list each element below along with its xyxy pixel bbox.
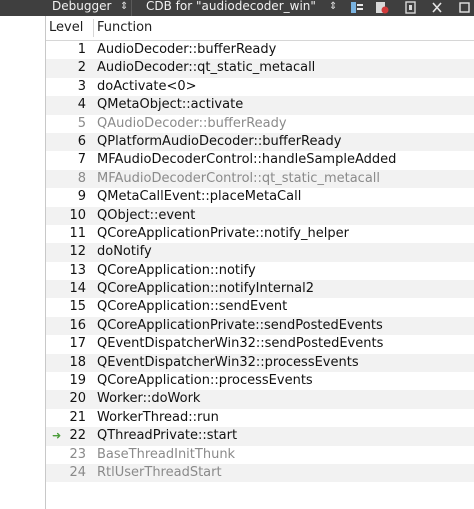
stack-frame-row[interactable]: 23 BaseThreadInitThunk bbox=[46, 446, 474, 464]
chevron-down-icon: ⇕ bbox=[120, 1, 129, 12]
stack-frame-list: 1 AudioDecoder::bufferReady2 AudioDecoder:… bbox=[46, 41, 474, 483]
stack-frame-row[interactable]: 2 AudioDecoder::qt_static_metacall bbox=[46, 59, 474, 78]
frame-function: doNotify bbox=[97, 244, 152, 260]
stack-frame-row[interactable]: 15 QCoreApplication::sendEvent bbox=[46, 298, 474, 316]
engine-combo[interactable]: Debugger ⇕ bbox=[52, 0, 128, 16]
frame-level: 20 bbox=[69, 391, 86, 407]
frame-level: 18 bbox=[69, 354, 86, 370]
snapshot-combo-label: CDB for "audiodecoder_win" bbox=[146, 0, 316, 13]
stack-frame-row[interactable]: 19 QCoreApplication::processEvents bbox=[46, 372, 474, 390]
stack-frame-row[interactable]: 1 AudioDecoder::bufferReady bbox=[46, 41, 474, 59]
stack-frame-row[interactable]: 7 MFAudioDecoderControl::handleSampleAdde… bbox=[46, 151, 474, 169]
frame-function: QThreadPrivate::start bbox=[97, 428, 238, 444]
stack-frame-row[interactable]: 14 QCoreApplication::notifyInternal2 bbox=[46, 280, 474, 299]
column-separator[interactable] bbox=[93, 19, 94, 37]
frame-level: 9 bbox=[77, 189, 86, 205]
frame-function: QCoreApplication::notify bbox=[97, 262, 256, 278]
frame-level: 21 bbox=[69, 409, 86, 425]
stack-frame-row[interactable]: ➜ 22 QThreadPrivate::start bbox=[46, 427, 474, 446]
stack-frame-row[interactable]: 24 RtlUserThreadStart bbox=[46, 463, 474, 483]
frame-function: MFAudioDecoderControl::handleSampleAdded bbox=[97, 152, 397, 168]
frame-function: AudioDecoder::qt_static_metacall bbox=[97, 60, 316, 76]
frame-level: 14 bbox=[69, 281, 86, 297]
stack-frame-row[interactable]: 17 QEventDispatcherWin32::sendPostedEvent… bbox=[46, 335, 474, 353]
stack-frame-row[interactable]: 13 QCoreApplication::notify bbox=[46, 262, 474, 280]
frame-function: QObject::event bbox=[97, 207, 196, 223]
frame-function: QAudioDecoder::bufferReady bbox=[97, 115, 287, 131]
frame-level: 4 bbox=[77, 97, 86, 113]
chevron-down-icon: ⇕ bbox=[329, 1, 338, 12]
debugger-toolbar: Debugger ⇕ CDB for "audiodecoder_win" ⇕ bbox=[0, 0, 474, 16]
frame-level: 15 bbox=[69, 299, 86, 315]
stack-frame-row[interactable]: 16 QCoreApplicationPrivate::sendPostedEve… bbox=[46, 316, 474, 336]
frame-function: QCoreApplication::processEvents bbox=[97, 373, 313, 389]
frame-function: QMetaObject::activate bbox=[97, 97, 244, 113]
stack-frame-row[interactable]: 4 QMetaObject::activate bbox=[46, 96, 474, 115]
frame-level: 5 bbox=[77, 115, 86, 131]
toolbar-divider bbox=[131, 0, 132, 16]
frame-level: 7 bbox=[77, 152, 86, 168]
frame-level: 24 bbox=[69, 464, 86, 480]
frame-function: BaseThreadInitThunk bbox=[97, 446, 236, 462]
stack-frame-row[interactable]: 9 QMetaCallEvent::placeMetaCall bbox=[46, 188, 474, 206]
frame-function: doActivate<0> bbox=[97, 78, 197, 94]
column-header-function[interactable]: Function bbox=[97, 20, 152, 35]
stack-header: Level Function bbox=[46, 16, 474, 41]
frame-function: QCoreApplication::notifyInternal2 bbox=[97, 281, 315, 297]
frame-level: 13 bbox=[69, 262, 86, 278]
column-header-level[interactable]: Level bbox=[49, 20, 83, 35]
frame-level: 2 bbox=[77, 60, 86, 76]
frame-level: 16 bbox=[69, 317, 86, 333]
frame-function: QCoreApplicationPrivate::notify_helper bbox=[97, 225, 349, 241]
frame-function: QPlatformAudioDecoder::bufferReady bbox=[97, 133, 342, 149]
frame-level: 1 bbox=[77, 42, 86, 57]
frame-level: 12 bbox=[69, 244, 86, 260]
stack-frame-row[interactable]: 3 doActivate<0> bbox=[46, 78, 474, 96]
close-icon[interactable] bbox=[430, 1, 444, 14]
frame-level: 6 bbox=[77, 133, 86, 149]
frame-level: 8 bbox=[77, 170, 86, 186]
step-icon[interactable] bbox=[350, 1, 364, 14]
stack-frame-row[interactable]: 11 QCoreApplicationPrivate::notify_helper bbox=[46, 225, 474, 243]
frame-function: AudioDecoder::bufferReady bbox=[97, 42, 277, 57]
float-icon[interactable] bbox=[458, 1, 472, 14]
frame-level: 3 bbox=[77, 78, 86, 94]
frame-function: Worker::doWork bbox=[97, 391, 201, 407]
frame-function: QEventDispatcherWin32::sendPostedEvents bbox=[97, 336, 384, 352]
stack-frame-row[interactable]: 21 WorkerThread::run bbox=[46, 409, 474, 427]
copy-icon[interactable] bbox=[404, 1, 418, 14]
frame-function: MFAudioDecoderControl::qt_static_metacal… bbox=[97, 170, 381, 186]
stack-frame-row[interactable]: 6 QPlatformAudioDecoder::bufferReady bbox=[46, 132, 474, 152]
stack-frame-row[interactable]: 10 QObject::event bbox=[46, 206, 474, 225]
frame-level: 19 bbox=[69, 373, 86, 389]
stack-frame-row[interactable]: 8 MFAudioDecoderControl::qt_static_metaca… bbox=[46, 169, 474, 189]
frame-level: 23 bbox=[69, 446, 86, 462]
stack-frame-row[interactable]: 5 QAudioDecoder::bufferReady bbox=[46, 115, 474, 133]
frame-function: WorkerThread::run bbox=[97, 409, 219, 425]
frame-function: QEventDispatcherWin32::processEvents bbox=[97, 354, 359, 370]
engine-combo-label: Debugger bbox=[52, 0, 112, 13]
frame-function: QCoreApplicationPrivate::sendPostedEvent… bbox=[97, 317, 383, 333]
frame-function: QCoreApplication::sendEvent bbox=[97, 299, 288, 315]
stack-frame-row[interactable]: 20 Worker::doWork bbox=[46, 390, 474, 409]
frame-level: 22 bbox=[69, 428, 86, 444]
frame-level: 17 bbox=[69, 336, 86, 352]
stack-frame-row[interactable]: 12 doNotify bbox=[46, 243, 474, 262]
stack-frame-row[interactable]: 18 QEventDispatcherWin32::processEvents bbox=[46, 353, 474, 373]
frame-function: QMetaCallEvent::placeMetaCall bbox=[97, 189, 302, 205]
frame-level: 11 bbox=[69, 225, 86, 241]
frame-function: RtlUserThreadStart bbox=[97, 464, 222, 480]
snapshot-combo[interactable]: CDB for "audiodecoder_win" ⇕ bbox=[146, 0, 342, 16]
breakpoint-icon[interactable] bbox=[375, 1, 389, 14]
frame-level: 10 bbox=[69, 207, 86, 223]
